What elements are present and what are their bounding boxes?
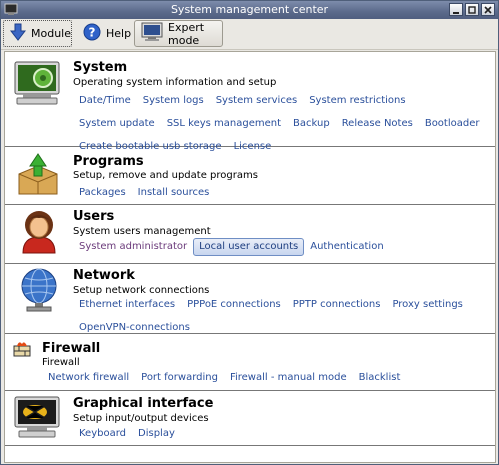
- link-release-notes[interactable]: Release Notes: [336, 115, 419, 133]
- section-description: System users management: [73, 226, 211, 237]
- link-ethernet-interfaces[interactable]: Ethernet interfaces: [73, 296, 181, 314]
- toolbar: Module ? Help Expert mode: [1, 19, 498, 50]
- link-local-user-accounts[interactable]: Local user accounts: [193, 238, 305, 256]
- link-display[interactable]: Display: [132, 425, 181, 443]
- section-title: System: [73, 60, 128, 75]
- link-system-restrictions[interactable]: System restrictions: [303, 92, 411, 110]
- module-button[interactable]: Module: [3, 20, 72, 47]
- help-label: Help: [106, 27, 132, 40]
- link-authentication[interactable]: Authentication: [304, 238, 389, 256]
- section-title: Network: [73, 268, 135, 283]
- package-install-icon: [15, 152, 61, 201]
- link-blacklist[interactable]: Blacklist: [353, 369, 407, 387]
- section-description: Operating system information and setup: [73, 77, 277, 88]
- app-window: System management center Module ? Help E…: [0, 0, 499, 465]
- link-pppoe-connections[interactable]: PPPoE connections: [181, 296, 287, 314]
- help-icon: ?: [83, 23, 101, 44]
- link-packages[interactable]: Packages: [73, 184, 132, 202]
- section-description: Setup, remove and update programs: [73, 170, 258, 181]
- link-backup[interactable]: Backup: [287, 115, 336, 133]
- link-proxy-settings[interactable]: Proxy settings: [386, 296, 468, 314]
- section-firewall: Firewall Firewall Network firewall Port …: [5, 334, 495, 391]
- firewall-icon: [13, 340, 31, 361]
- link-system-update[interactable]: System update: [73, 115, 161, 133]
- link-system-administrator[interactable]: System administrator: [73, 238, 193, 256]
- monitor-icon: [141, 22, 163, 45]
- link-firewall-manual-mode[interactable]: Firewall - manual mode: [224, 369, 353, 387]
- minimize-button[interactable]: [449, 3, 463, 16]
- link-keyboard[interactable]: Keyboard: [73, 425, 132, 443]
- link-ssl-keys[interactable]: SSL keys management: [161, 115, 287, 133]
- window-menu-icon[interactable]: [4, 3, 18, 16]
- section-description: Setup network connections: [73, 285, 210, 296]
- section-description: Firewall: [42, 357, 80, 368]
- link-system-services[interactable]: System services: [210, 92, 304, 110]
- link-date-time[interactable]: Date/Time: [73, 92, 137, 110]
- svg-text:?: ?: [89, 26, 96, 40]
- window-title: System management center: [170, 3, 329, 16]
- link-network-firewall[interactable]: Network firewall: [42, 369, 135, 387]
- section-title: Graphical interface: [73, 396, 214, 411]
- maximize-button[interactable]: [465, 3, 479, 16]
- section-graphical-interface: Graphical interface Setup input/output d…: [5, 391, 495, 446]
- display-settings-icon: [13, 395, 61, 442]
- section-title: Firewall: [42, 341, 101, 356]
- expert-mode-label: Expert mode: [168, 20, 205, 47]
- section-programs: Programs Setup, remove and update progra…: [5, 148, 495, 205]
- help-button[interactable]: ? Help: [77, 20, 131, 47]
- title-bar[interactable]: System management center: [1, 1, 498, 19]
- section-users: Users System users management System adm…: [5, 205, 495, 264]
- section-network: Network Setup network connections Ethern…: [5, 264, 495, 334]
- link-bootloader[interactable]: Bootloader: [419, 115, 486, 133]
- user-icon: [17, 209, 61, 258]
- module-label: Module: [31, 27, 71, 40]
- link-port-forwarding[interactable]: Port forwarding: [135, 369, 224, 387]
- system-settings-icon: [13, 58, 61, 109]
- expert-mode-button[interactable]: Expert mode: [134, 20, 223, 47]
- section-title: Programs: [73, 154, 144, 169]
- section-description: Setup input/output devices: [73, 413, 209, 424]
- link-install-sources[interactable]: Install sources: [132, 184, 216, 202]
- section-system: System Operating system information and …: [5, 56, 495, 152]
- link-pptp-connections[interactable]: PPTP connections: [287, 296, 387, 314]
- network-globe-icon: [17, 266, 61, 315]
- arrow-down-icon: [9, 23, 27, 44]
- link-system-logs[interactable]: System logs: [137, 92, 210, 110]
- close-button[interactable]: [481, 3, 495, 16]
- section-title: Users: [73, 209, 115, 224]
- module-list: System Operating system information and …: [4, 51, 496, 463]
